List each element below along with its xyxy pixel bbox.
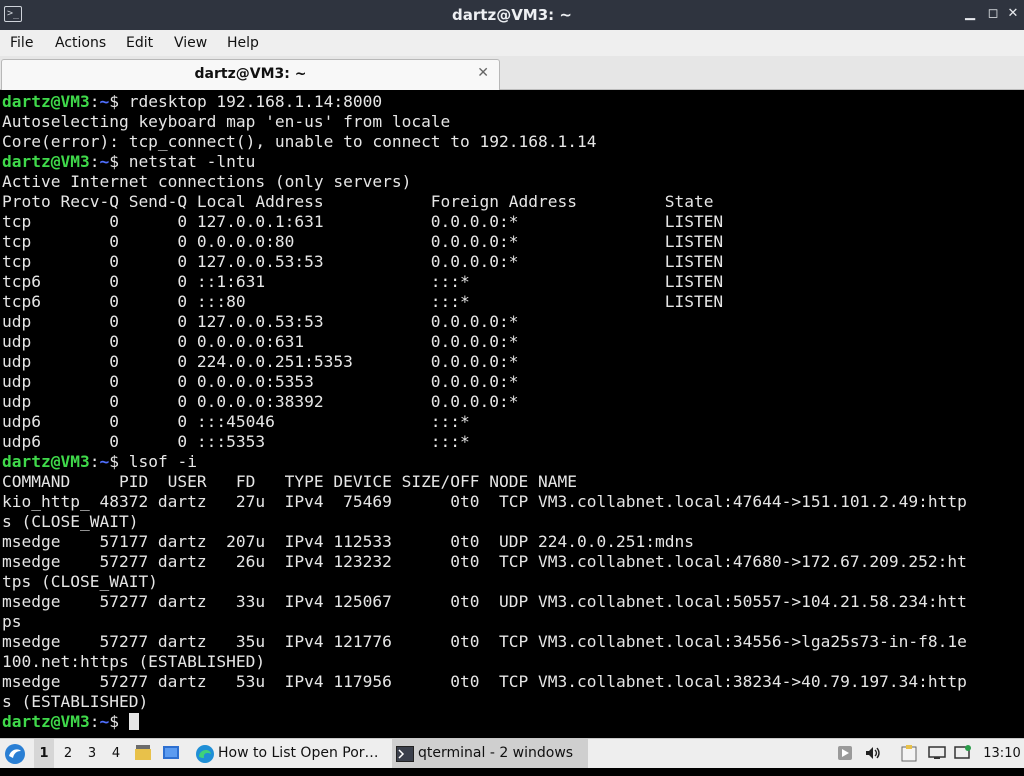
terminal-output-line: ps <box>2 612 22 631</box>
terminal-output-line: tcp 0 0 0.0.0.0:80 0.0.0.0:* LISTEN <box>2 232 724 251</box>
prompt-symbol: $ <box>109 152 129 171</box>
terminal-cursor <box>128 713 139 730</box>
terminal-output-line: tcp6 0 0 ::1:631 :::* LISTEN <box>2 272 724 291</box>
command-text: lsof -i <box>128 452 197 471</box>
terminal-output-line: Autoselecting keyboard map 'en-us' from … <box>2 112 451 131</box>
menu-help[interactable]: Help <box>227 30 259 56</box>
task-terminal[interactable]: qterminal - 2 windows <box>392 739 588 768</box>
window-title: dartz@VM3: ~ <box>452 6 572 24</box>
terminal-output-line: 100.net:https (ESTABLISHED) <box>2 652 266 671</box>
terminal-output-line: tcp 0 0 127.0.0.53:53 0.0.0.0:* LISTEN <box>2 252 724 271</box>
workspace-2[interactable]: 2 <box>58 739 78 768</box>
taskbar: 1 2 3 4 How to List Open Por… qterminal … <box>0 738 1024 768</box>
terminal-output-line: s (CLOSE_WAIT) <box>2 512 139 531</box>
volume-icon[interactable] <box>864 739 882 768</box>
terminal-output-line: msedge 57277 dartz 26u IPv4 123232 0t0 T… <box>2 552 967 571</box>
terminal-output-line: kio_http_ 48372 dartz 27u IPv4 75469 0t0… <box>2 492 967 511</box>
file-manager-icon[interactable] <box>134 739 154 768</box>
terminal-output-line: msedge 57177 dartz 207u IPv4 112533 0t0 … <box>2 532 694 551</box>
prompt-path: ~ <box>99 452 110 471</box>
terminal-output-line: Active Internet connections (only server… <box>2 172 412 191</box>
terminal-tab[interactable]: dartz@VM3: ~ ✕ <box>1 59 500 90</box>
notification-icon[interactable] <box>954 739 972 768</box>
prompt-user: dartz@VM3 <box>2 152 90 171</box>
close-icon[interactable]: ✕ <box>1005 6 1021 22</box>
terminal-icon <box>396 746 414 762</box>
terminal-output-line: msedge 57277 dartz 33u IPv4 125067 0t0 U… <box>2 592 967 611</box>
clipboard-icon[interactable] <box>900 739 918 768</box>
clock[interactable]: 13:10 <box>982 739 1022 768</box>
terminal-output-line: Proto Recv-Q Send-Q Local Address Foreig… <box>2 192 714 211</box>
task-browser[interactable]: How to List Open Por… <box>192 739 388 768</box>
terminal-prompt-line: dartz@VM3:~$ <box>2 712 139 732</box>
command-text: rdesktop 192.168.1.14:8000 <box>128 92 383 111</box>
edge-browser-icon <box>196 745 214 763</box>
prompt-path: ~ <box>99 92 110 111</box>
menu-view[interactable]: View <box>174 30 207 56</box>
prompt-symbol: $ <box>109 712 129 731</box>
prompt-path: ~ <box>99 152 110 171</box>
show-desktop-icon[interactable] <box>162 739 182 768</box>
prompt-path: ~ <box>99 712 110 731</box>
terminal-output-line: udp 0 0 0.0.0.0:631 0.0.0.0:* <box>2 332 519 351</box>
menu-file[interactable]: File <box>10 30 33 56</box>
tab-label: dartz@VM3: ~ <box>194 66 307 82</box>
tab-close-icon[interactable]: ✕ <box>477 65 489 81</box>
maximize-icon[interactable]: ◻ <box>985 6 1001 22</box>
terminal-prompt-line: dartz@VM3:~$ netstat -lntu <box>2 152 256 171</box>
prompt-symbol: $ <box>109 452 129 471</box>
terminal-prompt-line: dartz@VM3:~$ rdesktop 192.168.1.14:8000 <box>2 92 383 111</box>
task-terminal-label: qterminal - 2 windows <box>418 745 574 761</box>
window-titlebar: >_ dartz@VM3: ~ ▁ ◻ ✕ <box>0 0 1024 30</box>
menu-actions[interactable]: Actions <box>55 30 106 56</box>
prompt-symbol: $ <box>109 92 129 111</box>
tab-bar: dartz@VM3: ~ ✕ <box>0 56 1024 90</box>
terminal-output-line: udp 0 0 224.0.0.251:5353 0.0.0.0:* <box>2 352 519 371</box>
terminal-output-line: udp6 0 0 :::5353 :::* <box>2 432 470 451</box>
terminal-output-line: COMMAND PID USER FD TYPE DEVICE SIZE/OFF… <box>2 472 577 491</box>
workspace-4[interactable]: 4 <box>106 739 126 768</box>
terminal-output-line: udp 0 0 127.0.0.53:53 0.0.0.0:* <box>2 312 519 331</box>
network-icon[interactable] <box>928 739 946 768</box>
terminal-output-line: tcp 0 0 127.0.0.1:631 0.0.0.0:* LISTEN <box>2 212 724 231</box>
menu-bar: File Actions Edit View Help <box>0 30 1024 56</box>
menu-edit[interactable]: Edit <box>126 30 153 56</box>
terminal-output-line: Core(error): tcp_connect(), unable to co… <box>2 132 597 151</box>
terminal-output-line: msedge 57277 dartz 53u IPv4 117956 0t0 T… <box>2 672 967 691</box>
media-icon[interactable] <box>836 739 854 768</box>
start-menu-icon[interactable] <box>4 739 28 768</box>
prompt-user: dartz@VM3 <box>2 712 90 731</box>
task-browser-label: How to List Open Por… <box>218 745 379 761</box>
minimize-icon[interactable]: ▁ <box>962 6 978 22</box>
terminal-output[interactable]: dartz@VM3:~$ rdesktop 192.168.1.14:8000 A… <box>0 92 1024 738</box>
workspace-3[interactable]: 3 <box>82 739 102 768</box>
workspace-1[interactable]: 1 <box>34 739 54 768</box>
terminal-output-line: udp 0 0 0.0.0.0:38392 0.0.0.0:* <box>2 392 519 411</box>
terminal-output-line: udp 0 0 0.0.0.0:5353 0.0.0.0:* <box>2 372 519 391</box>
terminal-prompt-line: dartz@VM3:~$ lsof -i <box>2 452 197 471</box>
terminal-output-line: tps (CLOSE_WAIT) <box>2 572 158 591</box>
command-text: netstat -lntu <box>128 152 256 171</box>
prompt-user: dartz@VM3 <box>2 92 90 111</box>
terminal-output-line: s (ESTABLISHED) <box>2 692 149 711</box>
terminal-output-line: udp6 0 0 :::45046 :::* <box>2 412 470 431</box>
terminal-output-line: msedge 57277 dartz 35u IPv4 121776 0t0 T… <box>2 632 967 651</box>
prompt-user: dartz@VM3 <box>2 452 90 471</box>
terminal-output-line: tcp6 0 0 :::80 :::* LISTEN <box>2 292 724 311</box>
